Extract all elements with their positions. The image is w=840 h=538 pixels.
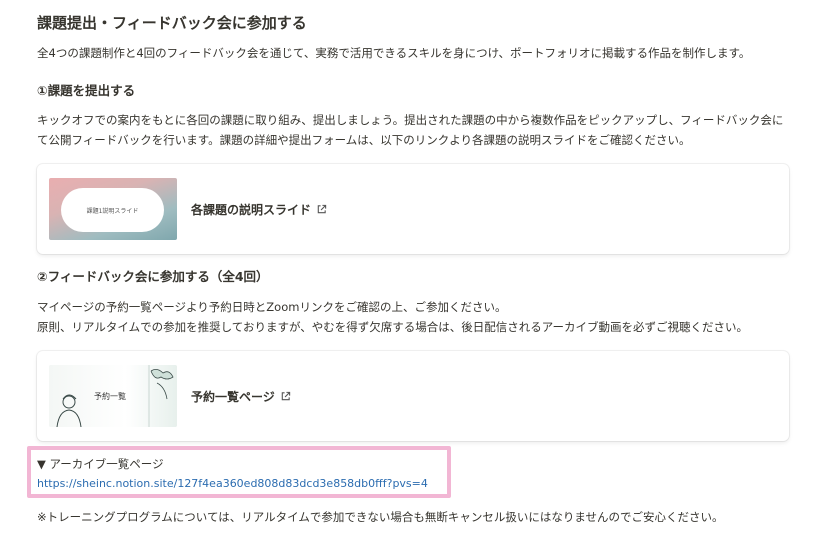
footnote-text: ※トレーニングプログラムについては、リアルタイムで参加できない場合も無断キャンセ… <box>37 510 724 524</box>
bookmark-title: 予約一覧ページ <box>191 388 291 405</box>
bookmark-card-slides[interactable]: 課題1説明スライド 各課題の説明スライド <box>37 164 789 254</box>
section1-title: ①課題を提出する <box>37 83 136 98</box>
archive-toggle[interactable]: ▼ アーカイブ一覧ページ <box>37 456 164 472</box>
thumbnail-pill: 課題1説明スライド <box>61 188 164 232</box>
slides-thumbnail: 課題1説明スライド <box>49 178 177 240</box>
external-link-icon <box>317 204 327 214</box>
thumbnail-caption: 予約一覧 <box>94 392 126 401</box>
section1-text-line2: て公開フィードバックを行います。課題の詳細や提出フォームは、以下のリンクより各課… <box>37 133 691 147</box>
intro-text: 全4つの課題制作と4回のフィードバック会を通じて、実務で活用できるスキルを身につ… <box>37 46 751 60</box>
page-title: 課題提出・フィードバック会に参加する <box>37 14 307 32</box>
bookmark-card-reservations[interactable]: 予約一覧 予約一覧ページ <box>37 351 789 441</box>
highlight-box <box>27 446 451 498</box>
thumbnail-caption: 課題1説明スライド <box>86 207 139 215</box>
section1-text-line1: キックオフでの案内をもとに各回の課題に取り組み、提出しましょう。提出された課題の… <box>37 113 784 127</box>
reservations-link-label: 予約一覧ページ <box>191 390 275 404</box>
bookmark-title: 各課題の説明スライド <box>191 201 327 218</box>
slides-link-label: 各課題の説明スライド <box>191 203 312 217</box>
section2-text-line2: 原則、リアルタイムでの参加を推奨しておりますが、やむを得ず欠席する場合は、後日配… <box>37 320 749 334</box>
reservations-thumbnail: 予約一覧 <box>49 365 177 427</box>
external-link-icon <box>281 391 290 401</box>
section2-text-line1: マイページの予約一覧ページより予約日時とZoomリンクをご確認の上、ご参加くださ… <box>37 300 507 314</box>
section2-title: ②フィードバック会に参加する（全4回） <box>37 269 269 284</box>
archive-link[interactable]: https://sheinc.notion.site/127f4ea360ed8… <box>37 477 428 490</box>
